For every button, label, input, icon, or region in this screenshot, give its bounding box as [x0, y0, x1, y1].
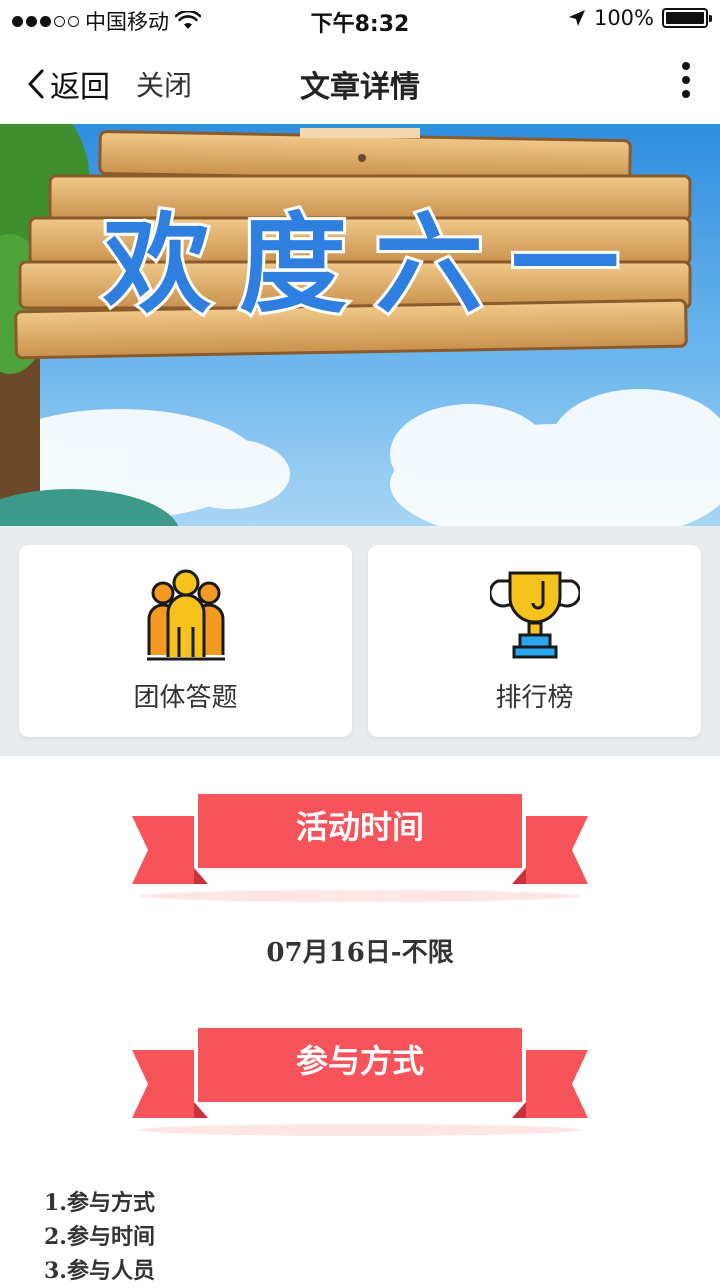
participation-heading: 参与方式	[295, 1042, 424, 1080]
more-dot-icon	[682, 62, 690, 70]
banner-image: 欢度六一	[0, 124, 720, 526]
more-menu-button[interactable]	[678, 62, 694, 98]
activity-time-heading: 活动时间	[295, 808, 424, 846]
battery-icon	[662, 8, 712, 28]
leaderboard-card[interactable]: 排行榜	[368, 545, 701, 737]
activity-time-value: 07月16日-不限	[266, 938, 454, 968]
battery-percent: 100%	[593, 6, 654, 30]
leaderboard-label: 排行榜	[495, 683, 574, 713]
participation-ribbon: 参与方式	[128, 1026, 592, 1136]
list-item: 3.参与人员	[44, 1258, 155, 1284]
page-title: 文章详情	[300, 70, 420, 105]
list-item: 2.参与时间	[44, 1224, 155, 1250]
status-right: 100%	[568, 6, 712, 30]
group-people-icon	[146, 569, 225, 661]
location-arrow-icon	[568, 10, 585, 26]
feature-cards: 团体答题 排行榜	[0, 526, 720, 756]
banner-illustration: 欢度六一	[0, 124, 720, 526]
participation-list: 1.参与方式 2.参与时间 3.参与人员	[44, 1186, 155, 1288]
activity-time-ribbon: 活动时间	[128, 792, 592, 902]
more-dot-icon	[682, 76, 690, 84]
status-bar: 中国移动 下午8:32 100%	[0, 0, 720, 40]
banner-sign-text: 欢度六一	[102, 203, 647, 328]
nav-bar: 返回 关闭 文章详情	[0, 40, 720, 124]
group-quiz-label: 团体答题	[133, 683, 238, 713]
group-quiz-card[interactable]: 团体答题	[19, 545, 352, 737]
list-item: 1.参与方式	[44, 1190, 155, 1216]
trophy-icon	[489, 571, 580, 659]
more-dot-icon	[682, 90, 690, 98]
